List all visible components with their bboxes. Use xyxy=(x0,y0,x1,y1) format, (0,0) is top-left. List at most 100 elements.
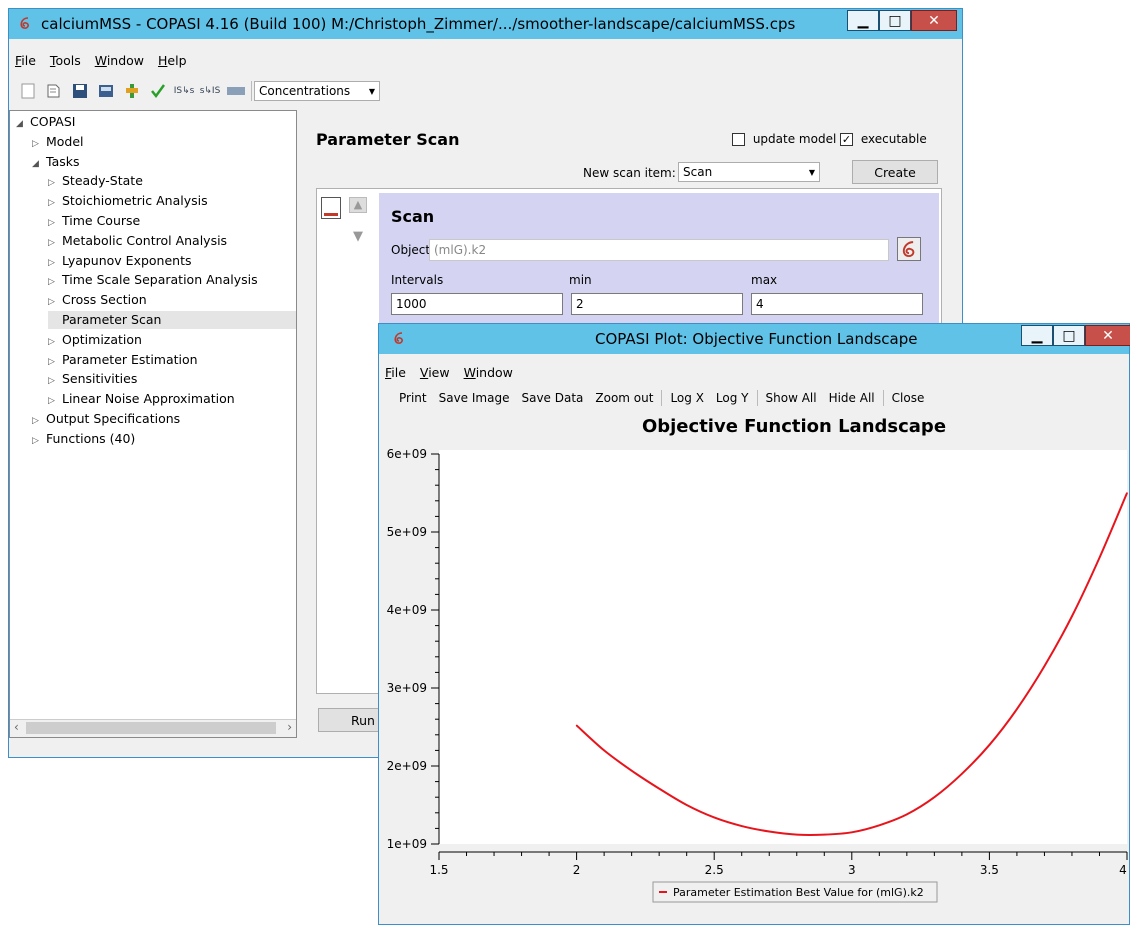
menu-window[interactable]: Window xyxy=(95,53,144,68)
menu-file[interactable]: File xyxy=(15,53,36,68)
sbml-icon[interactable] xyxy=(226,81,246,101)
horizontal-scrollbar[interactable]: ‹ › xyxy=(10,719,296,737)
create-button[interactable]: Create xyxy=(852,160,938,184)
print-button[interactable]: Print xyxy=(399,391,427,405)
tree-item[interactable]: ▷ Parameter Estimation xyxy=(48,351,198,369)
maximize-button[interactable]: □ xyxy=(879,10,911,31)
intervals-input[interactable]: 1000 xyxy=(391,293,563,315)
min-label: min xyxy=(569,273,592,287)
check-model-icon[interactable] xyxy=(148,81,168,101)
data-point xyxy=(740,825,743,827)
scroll-left-icon[interactable]: ‹ xyxy=(14,720,19,734)
units-select[interactable]: Concentrations ▼ xyxy=(254,81,380,101)
tree-item-label: Model xyxy=(46,133,84,149)
log-x-button[interactable]: Log X xyxy=(670,391,703,405)
scroll-right-icon[interactable]: › xyxy=(287,720,292,734)
tree-item[interactable]: ▷ Steady-State xyxy=(48,172,143,190)
tree-item[interactable]: ▷ Functions (40) xyxy=(32,430,135,448)
move-down-icon[interactable]: ▼ xyxy=(349,229,367,245)
update-model-checkbox[interactable] xyxy=(732,133,745,146)
y-tick-label: 4e+09 xyxy=(387,603,427,617)
tree-item[interactable]: ▷ Time Course xyxy=(48,212,140,230)
tree-item[interactable]: ◢ Tasks xyxy=(32,153,80,171)
menu-help[interactable]: Help xyxy=(158,53,187,68)
save-image-button[interactable]: Save Image xyxy=(439,391,510,405)
max-input[interactable]: 4 xyxy=(751,293,923,315)
menu-tools[interactable]: Tools xyxy=(50,53,81,68)
log-y-button[interactable]: Log Y xyxy=(716,391,749,405)
scan-item-select[interactable]: Scan ▼ xyxy=(678,162,820,182)
executable-option[interactable]: ✓ executable xyxy=(840,132,927,146)
save-icon[interactable] xyxy=(70,81,90,101)
collapsed-arrow-icon[interactable]: ▷ xyxy=(48,333,62,351)
collapsed-arrow-icon[interactable]: ▷ xyxy=(48,234,62,252)
tree-item[interactable]: ▷ Lyapunov Exponents xyxy=(48,252,192,270)
scrollbar-thumb[interactable] xyxy=(26,722,276,734)
save-data-button[interactable]: Save Data xyxy=(521,391,583,405)
executable-checkbox[interactable]: ✓ xyxy=(840,133,853,146)
legend-label: Parameter Estimation Best Value for (mlG… xyxy=(673,886,924,899)
zoom-out-button[interactable]: Zoom out xyxy=(595,391,653,405)
hide-all-button[interactable]: Hide All xyxy=(829,391,875,405)
min-input[interactable]: 2 xyxy=(571,293,743,315)
plugin-icon[interactable] xyxy=(122,81,142,101)
show-all-button[interactable]: Show All xyxy=(766,391,817,405)
open-file-icon[interactable] xyxy=(44,81,64,101)
maximize-button[interactable]: □ xyxy=(1053,325,1085,346)
chevron-down-icon: ▼ xyxy=(808,167,815,177)
tree-item[interactable]: ▷ Linear Noise Approximation xyxy=(48,390,235,408)
collapsed-arrow-icon[interactable]: ▷ xyxy=(48,392,62,410)
plot-menu-view[interactable]: View xyxy=(420,365,450,380)
collapsed-arrow-icon[interactable]: ▷ xyxy=(48,214,62,232)
tree-item-label: COPASI xyxy=(30,114,76,129)
tree-item[interactable]: Parameter Scan xyxy=(48,311,296,329)
main-titlebar[interactable]: calciumMSS - COPASI 4.16 (Build 100) M:/… xyxy=(9,9,962,39)
delete-item-icon[interactable] xyxy=(321,197,341,219)
plot-canvas[interactable]: Objective Function Landscape 1e+09 2e+09 3… xyxy=(379,412,1129,924)
select-object-icon[interactable] xyxy=(897,237,921,261)
collapsed-arrow-icon[interactable]: ▷ xyxy=(32,135,46,153)
convert-is-icon[interactable]: IS↳s xyxy=(174,81,195,101)
tree-item-label: Steady-State xyxy=(62,173,143,189)
tree-item[interactable]: ▷ Sensitivities xyxy=(48,370,137,388)
tree-item[interactable]: ▷ Optimization xyxy=(48,331,142,349)
save-as-icon[interactable] xyxy=(96,81,116,101)
expanded-arrow-icon[interactable]: ◢ xyxy=(16,115,30,133)
move-up-icon[interactable]: ▲ xyxy=(349,197,367,213)
tree-item[interactable]: ▷ Time Scale Separation Analysis xyxy=(48,271,258,289)
tree-item[interactable]: ▷ Stoichiometric Analysis xyxy=(48,192,208,210)
collapsed-arrow-icon[interactable]: ▷ xyxy=(48,372,62,390)
collapsed-arrow-icon[interactable]: ▷ xyxy=(32,432,46,450)
chart-axes: 1e+09 2e+09 3e+09 4e+09 5e+09 6e+09 1.5 2 2.5 3 3.… xyxy=(387,447,1128,877)
object-tree[interactable]: ◢ COPASI ▷ Model ◢ Tasks ▷ Steady-State ▷ Stoichi… xyxy=(9,110,297,738)
tree-item[interactable]: ▷ Metabolic Control Analysis xyxy=(48,232,227,250)
plot-menu-file[interactable]: File xyxy=(385,365,406,380)
chart-legend[interactable]: Parameter Estimation Best Value for (mlG… xyxy=(652,881,938,903)
close-plot-button[interactable]: Close xyxy=(892,391,925,405)
update-model-option[interactable]: update model xyxy=(732,132,836,146)
collapsed-arrow-icon[interactable]: ▷ xyxy=(48,273,62,291)
new-file-icon[interactable] xyxy=(18,81,38,101)
plot-menu-window[interactable]: Window xyxy=(464,365,513,380)
collapsed-arrow-icon[interactable]: ▷ xyxy=(48,174,62,192)
object-field[interactable]: (mlG).k2 xyxy=(429,239,889,261)
collapsed-arrow-icon[interactable]: ▷ xyxy=(32,412,46,430)
tree-item[interactable]: ▷ Model xyxy=(32,133,84,151)
collapsed-arrow-icon[interactable]: ▷ xyxy=(48,293,62,311)
convert-si-icon[interactable]: s↳IS xyxy=(200,81,221,101)
tree-item[interactable]: ▷ Cross Section xyxy=(48,291,147,309)
main-toolbar: IS↳s s↳IS Concentrations ▼ xyxy=(9,77,962,105)
y-tick-label: 5e+09 xyxy=(387,525,427,539)
tree-item[interactable]: ◢ COPASI xyxy=(16,113,75,131)
tree-item[interactable]: ▷ Output Specifications xyxy=(32,410,180,428)
collapsed-arrow-icon[interactable]: ▷ xyxy=(48,194,62,212)
tree-item-label: Metabolic Control Analysis xyxy=(62,232,228,248)
minimize-button[interactable]: ▁ xyxy=(1021,325,1053,346)
close-button[interactable]: ✕ xyxy=(1085,325,1130,346)
close-button[interactable]: ✕ xyxy=(911,10,957,31)
collapsed-arrow-icon[interactable]: ▷ xyxy=(48,353,62,371)
minimize-button[interactable]: ▁ xyxy=(847,10,879,31)
expanded-arrow-icon[interactable]: ◢ xyxy=(32,155,46,173)
collapsed-arrow-icon[interactable]: ▷ xyxy=(48,254,62,272)
plot-titlebar[interactable]: COPASI Plot: Objective Function Landscap… xyxy=(379,324,1130,354)
